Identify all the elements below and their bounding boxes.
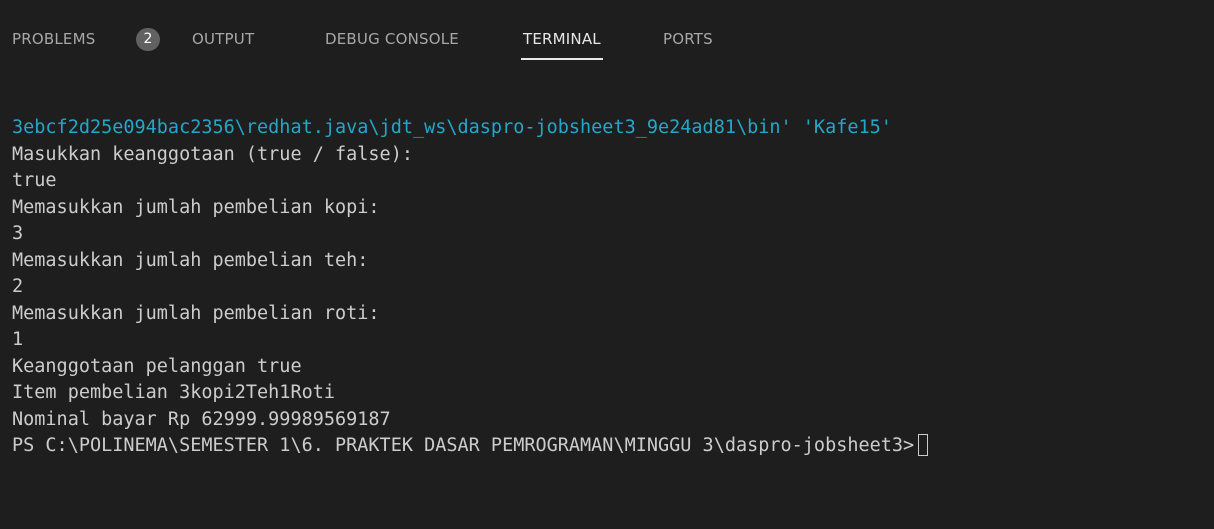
terminal-line: 1 xyxy=(12,329,24,350)
terminal-output[interactable]: 3ebcf2d25e094bac2356\redhat.java\jdt_ws\… xyxy=(12,115,1212,460)
tab-terminal[interactable]: TERMINAL xyxy=(521,29,603,60)
terminal-line: Keanggotaan pelanggan true xyxy=(12,355,302,377)
terminal-line: true xyxy=(12,170,57,191)
terminal-line: 3 xyxy=(12,223,24,244)
tab-output-label: OUTPUT xyxy=(192,30,255,48)
terminal-panel: PROBLEMS 2 OUTPUT DEBUG CONSOLE TERMINAL… xyxy=(0,0,1214,529)
problems-count-badge: 2 xyxy=(136,28,160,51)
terminal-line: Memasukkan jumlah pembelian teh: xyxy=(12,249,369,271)
tab-ports[interactable]: PORTS xyxy=(663,29,713,49)
terminal-line: Memasukkan jumlah pembelian kopi: xyxy=(12,196,380,218)
tab-ports-label: PORTS xyxy=(663,30,713,48)
panel-tab-bar: PROBLEMS 2 OUTPUT DEBUG CONSOLE TERMINAL… xyxy=(0,0,1214,86)
terminal-line: Nominal bayar Rp 62999.99989569187 xyxy=(12,408,391,430)
terminal-line-command-path: 3ebcf2d25e094bac2356\redhat.java\jdt_ws\… xyxy=(12,117,892,138)
terminal-prompt-line[interactable]: PS C:\POLINEMA\SEMESTER 1\6. PRAKTEK DAS… xyxy=(12,433,1212,460)
tab-terminal-label: TERMINAL xyxy=(523,30,601,48)
terminal-cursor xyxy=(918,434,929,456)
terminal-line: Memasukkan jumlah pembelian roti: xyxy=(12,302,380,324)
terminal-prompt: PS C:\POLINEMA\SEMESTER 1\6. PRAKTEK DAS… xyxy=(12,435,915,456)
tab-output[interactable]: OUTPUT xyxy=(192,29,254,49)
tab-problems[interactable]: PROBLEMS xyxy=(12,29,95,49)
terminal-line: Item pembelian 3kopi2Teh1Roti xyxy=(12,382,336,403)
terminal-line: Masukkan keanggotaan (true / false): xyxy=(12,143,413,165)
tab-debug-console[interactable]: DEBUG CONSOLE xyxy=(325,29,459,49)
terminal-line: 2 xyxy=(12,276,24,297)
tab-debug-console-label: DEBUG CONSOLE xyxy=(325,30,459,48)
tab-problems-label: PROBLEMS xyxy=(12,30,96,48)
active-tab-indicator xyxy=(521,58,603,60)
